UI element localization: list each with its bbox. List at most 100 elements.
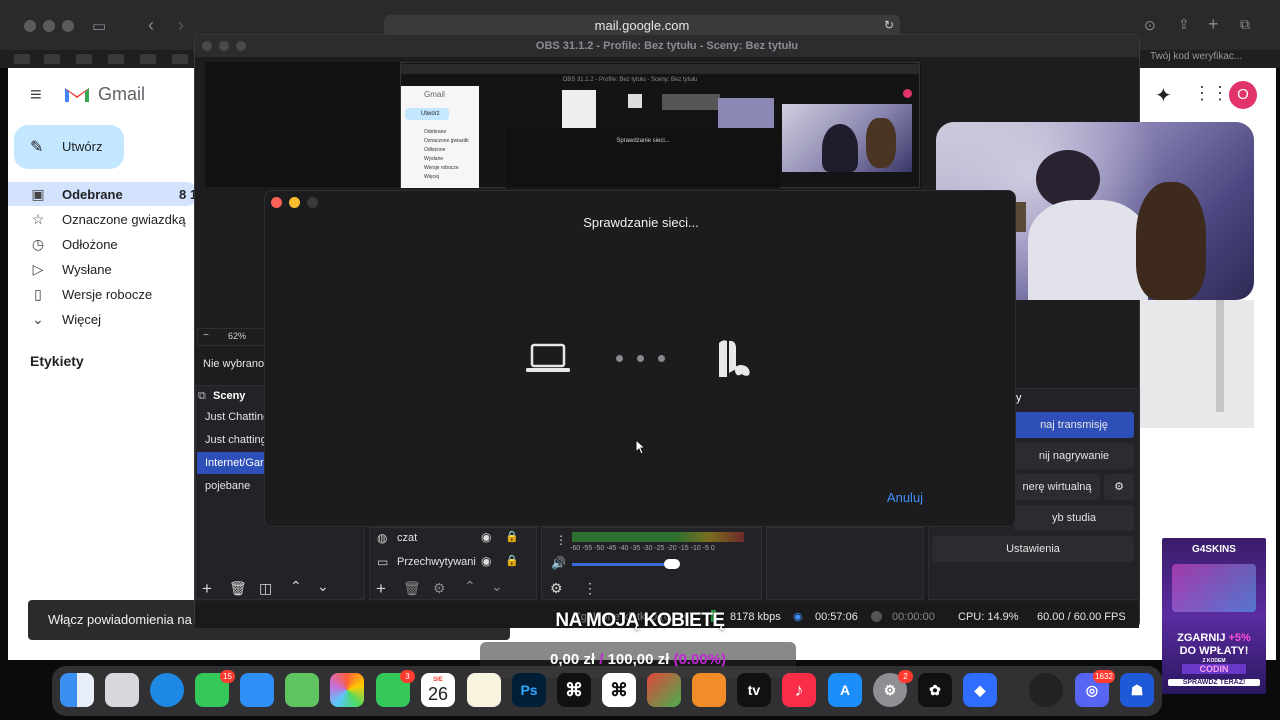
tab-overview-icon[interactable]: ⧉ xyxy=(1240,16,1250,33)
sidebar-item-more[interactable]: Więcej xyxy=(62,312,101,327)
pinned-tab[interactable] xyxy=(76,54,92,64)
virtual-camera-settings-button[interactable]: ⚙ xyxy=(1104,474,1134,500)
volume-slider-track[interactable] xyxy=(572,563,678,566)
nested-nav-item: Odebrane xyxy=(424,129,447,135)
window-close-button[interactable] xyxy=(24,20,36,32)
photoshop-icon[interactable]: Ps xyxy=(512,673,546,707)
eye-icon[interactable]: ◉ xyxy=(481,530,491,544)
discord-badge: 1632 xyxy=(1093,670,1115,683)
filter-icon[interactable]: ◫ xyxy=(259,580,272,597)
back-icon[interactable]: ‹ xyxy=(148,15,154,36)
forward-icon[interactable]: › xyxy=(178,15,184,36)
eye-icon[interactable]: ◉ xyxy=(481,554,491,568)
obs-minimize-button[interactable] xyxy=(219,41,229,51)
source-item[interactable]: czat xyxy=(397,532,417,544)
virtual-camera-button[interactable]: nerę wirtualną xyxy=(1014,474,1100,500)
scenes-icon: ⧉ xyxy=(198,390,206,402)
record-icon xyxy=(871,611,882,622)
pinned-tab[interactable] xyxy=(14,54,30,64)
move-down-icon[interactable]: ⌄ xyxy=(491,578,503,595)
scene-item[interactable]: pojebane xyxy=(205,480,250,492)
reload-icon[interactable]: ↻ xyxy=(884,18,894,32)
ad-cta-button[interactable]: SPRAWDŹ TERAZ! xyxy=(1168,679,1260,686)
url-text: mail.google.com xyxy=(594,18,690,33)
dialog-close-button[interactable] xyxy=(271,197,282,208)
lock-icon[interactable]: 🔒 xyxy=(505,530,519,543)
sidebar-toggle-icon[interactable]: ▭ xyxy=(92,17,106,35)
avatar[interactable]: O xyxy=(1229,81,1257,109)
calendar-icon[interactable]: SIE 26 xyxy=(421,673,455,707)
pinned-tab[interactable] xyxy=(108,54,124,64)
obs-icon[interactable] xyxy=(1029,673,1063,707)
start-recording-button[interactable]: nij nagrywanie xyxy=(1014,443,1134,469)
maps-icon[interactable] xyxy=(285,673,319,707)
scene-item[interactable]: Just Chatting xyxy=(205,411,269,423)
gemini-icon[interactable]: ✦ xyxy=(1155,83,1172,108)
safari-icon[interactable] xyxy=(150,673,184,707)
pinned-tab[interactable] xyxy=(44,54,60,64)
trash-icon[interactable]: 🗑 xyxy=(229,580,247,597)
sidebar-item-drafts[interactable]: Wersje robocze xyxy=(62,287,152,302)
more-options-icon[interactable]: ⋮ xyxy=(583,580,597,597)
add-source-icon[interactable]: + xyxy=(376,579,386,599)
vpn-icon[interactable] xyxy=(647,673,681,707)
sidebar-item-inbox[interactable]: Odebrane xyxy=(62,187,123,202)
obs-zoom-button[interactable] xyxy=(236,41,246,51)
capcut2-icon[interactable]: ⌘ xyxy=(602,673,636,707)
move-up-icon[interactable]: ⌃ xyxy=(290,578,302,595)
other-icon[interactable]: ☗ xyxy=(1120,673,1154,707)
scrollbar[interactable] xyxy=(1216,300,1224,412)
main-menu-icon[interactable]: ≡ xyxy=(30,84,42,107)
new-tab-icon[interactable]: + xyxy=(1208,14,1219,35)
network-check-dialog: Sprawdzanie sieci... Anuluj xyxy=(264,190,1016,527)
music-icon[interactable]: ♪ xyxy=(782,673,816,707)
add-scene-icon[interactable]: + xyxy=(202,579,212,599)
zoom-out-icon[interactable]: − xyxy=(203,330,209,341)
pinned-tab[interactable] xyxy=(172,54,188,64)
verify-code-tab[interactable]: Twój kod weryfikac... xyxy=(1150,51,1242,62)
mixer-menu-icon[interactable]: ⋮ xyxy=(555,533,567,547)
sidebar-item-sent[interactable]: Wysłane xyxy=(62,262,112,277)
dialog-minimize-button[interactable] xyxy=(289,197,300,208)
volume-slider-handle[interactable] xyxy=(664,559,680,569)
finder-icon[interactable] xyxy=(60,673,94,707)
notes-icon[interactable] xyxy=(467,673,501,707)
sidebar-item-starred[interactable]: Oznaczone gwiazdką xyxy=(62,212,186,227)
apple-tv-icon[interactable]: tv xyxy=(737,673,771,707)
move-up-icon[interactable]: ⌃ xyxy=(464,578,476,595)
mail-icon[interactable] xyxy=(240,673,274,707)
app-store-icon[interactable]: A xyxy=(828,673,862,707)
scene-item[interactable]: Internet/Gar xyxy=(205,457,264,469)
launchpad-icon[interactable] xyxy=(105,673,139,707)
lock-icon[interactable]: 🔒 xyxy=(505,554,519,567)
sidebar-item-snoozed[interactable]: Odłożone xyxy=(62,237,118,252)
apps-grid-icon[interactable]: ⋮⋮ xyxy=(1193,83,1229,104)
obs-close-button[interactable] xyxy=(202,41,212,51)
roblox-icon[interactable]: ◆ xyxy=(963,673,997,707)
share-icon[interactable]: ⇪ xyxy=(1178,16,1190,33)
gear-icon[interactable]: ⚙ xyxy=(550,580,563,597)
download-icon[interactable]: ⊙ xyxy=(1144,17,1156,34)
gear-icon[interactable]: ⚙ xyxy=(433,580,446,597)
fl-studio-icon[interactable] xyxy=(692,673,726,707)
move-down-icon[interactable]: ⌄ xyxy=(317,578,329,595)
compose-button[interactable]: ✎ Utwórz xyxy=(14,125,124,169)
chevron-down-icon: ⌄ xyxy=(32,311,44,327)
window-minimize-button[interactable] xyxy=(43,20,55,32)
photos-icon[interactable] xyxy=(330,673,364,707)
chatgpt-icon[interactable]: ✿ xyxy=(918,673,952,707)
capcut-icon[interactable]: ⌘ xyxy=(557,673,591,707)
ad-banner[interactable]: G4SKINS ZGARNIJ +5% DO WPŁATY! Z KODEM C… xyxy=(1162,538,1266,694)
cancel-button[interactable]: Anuluj xyxy=(865,487,945,509)
window-zoom-button[interactable] xyxy=(62,20,74,32)
speaker-icon[interactable]: 🔊 xyxy=(551,556,566,570)
source-item[interactable]: Przechwytywani xyxy=(397,556,476,568)
scene-item[interactable]: Just chatting xyxy=(205,434,267,446)
pinned-tab[interactable] xyxy=(140,54,156,64)
settings-button[interactable]: Ustawienia xyxy=(932,536,1134,562)
studio-mode-button[interactable]: yb studia xyxy=(1014,505,1134,531)
nested-thumb xyxy=(628,94,642,108)
trash-icon[interactable]: 🗑 xyxy=(403,580,421,597)
start-stream-button[interactable]: naj transmisję xyxy=(1014,412,1134,438)
stream-time: 00:57:06 xyxy=(815,611,858,623)
